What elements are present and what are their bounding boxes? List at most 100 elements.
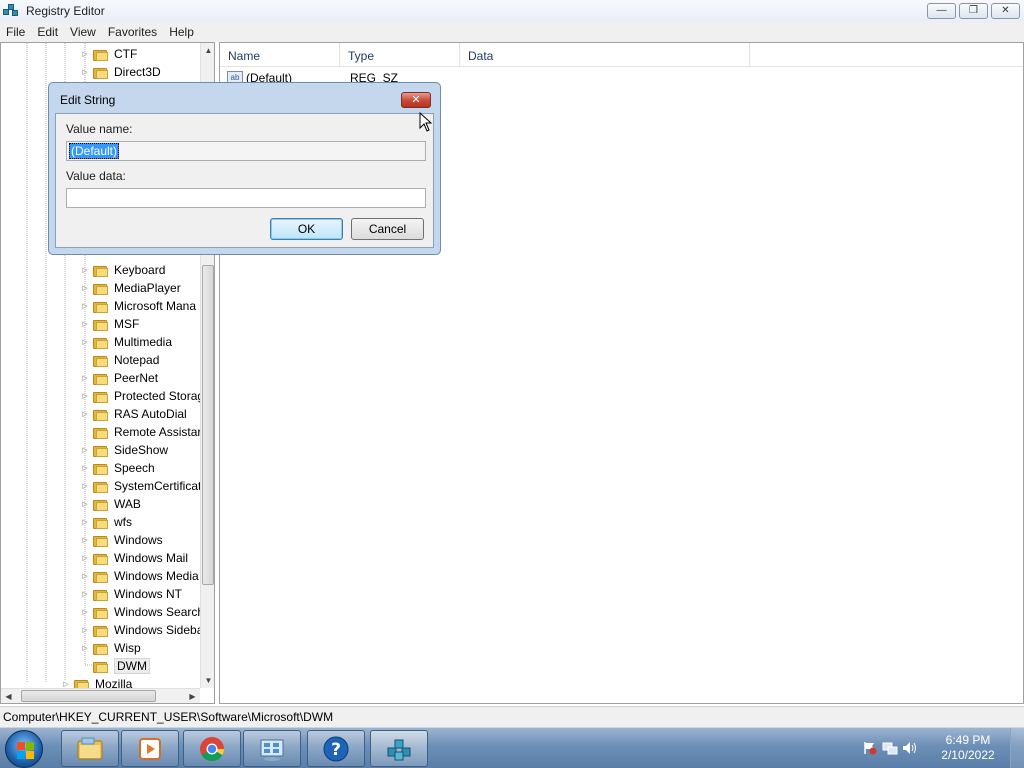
tree-item[interactable]: ▷ CTF bbox=[80, 45, 137, 63]
tree-item[interactable]: ▷ Windows NT bbox=[80, 585, 182, 603]
expand-arrow-icon[interactable]: ▷ bbox=[80, 554, 90, 562]
tree-item[interactable]: ▷ RAS AutoDial bbox=[80, 405, 186, 423]
cancel-button[interactable]: Cancel bbox=[351, 218, 424, 240]
folder-icon bbox=[93, 66, 109, 79]
tree-item[interactable]: ▷ SideShow bbox=[80, 441, 168, 459]
tree-item-label: Protected Storag bbox=[114, 389, 205, 403]
expand-arrow-icon[interactable]: ▷ bbox=[80, 320, 90, 328]
expand-arrow-icon[interactable]: ▷ bbox=[80, 644, 90, 652]
menu-file[interactable]: File bbox=[0, 25, 31, 39]
column-type-header[interactable]: Type bbox=[340, 43, 460, 67]
expand-arrow-icon[interactable]: ▷ bbox=[80, 536, 90, 544]
taskbar-help-button[interactable]: ? bbox=[307, 730, 365, 767]
tree-item[interactable]: ▷ MediaPlayer bbox=[80, 279, 180, 297]
expand-arrow-icon[interactable]: ▷ bbox=[80, 338, 90, 346]
expand-arrow-icon[interactable]: ▷ bbox=[80, 302, 90, 310]
expand-arrow-icon[interactable]: ▷ bbox=[80, 482, 90, 490]
tree-item[interactable]: ▷ Wisp bbox=[80, 639, 140, 657]
tree-item[interactable]: ▷ Windows Media bbox=[80, 567, 199, 585]
expand-arrow-icon[interactable]: ▷ bbox=[61, 680, 71, 688]
tree-item[interactable]: ▷ wfs bbox=[80, 513, 132, 531]
expand-arrow-icon[interactable]: ▷ bbox=[80, 284, 90, 292]
tree-item[interactable]: Remote Assistar bbox=[80, 423, 201, 441]
expand-arrow-icon[interactable]: ▷ bbox=[80, 518, 90, 526]
expand-arrow-icon[interactable]: ▷ bbox=[80, 410, 90, 418]
scroll-up-arrow-icon[interactable]: ▲ bbox=[201, 43, 214, 58]
menu-favorites[interactable]: Favorites bbox=[102, 25, 163, 39]
folder-icon bbox=[93, 444, 109, 457]
tree-item-label: Windows NT bbox=[114, 587, 183, 601]
taskbar-media-player-button[interactable] bbox=[121, 730, 179, 767]
tree-item[interactable]: ▷ Windows Mail bbox=[80, 549, 188, 567]
show-desktop-button[interactable] bbox=[1010, 728, 1024, 768]
control-panel-icon bbox=[260, 739, 284, 761]
dialog-title: Edit String bbox=[60, 93, 116, 107]
tree-item-label: Direct3D bbox=[114, 65, 161, 79]
horizontal-scroll-thumb[interactable] bbox=[21, 690, 156, 702]
tree-item[interactable]: ▷ SystemCertificat bbox=[80, 477, 201, 495]
tree-item[interactable]: ▷ Direct3D bbox=[80, 63, 161, 81]
scroll-left-arrow-icon[interactable]: ◀ bbox=[1, 689, 16, 703]
expand-arrow-icon[interactable]: ▷ bbox=[80, 590, 90, 598]
column-data-header[interactable]: Data bbox=[460, 43, 750, 67]
network-icon[interactable] bbox=[882, 741, 898, 755]
ok-button[interactable]: OK bbox=[270, 218, 343, 240]
mouse-cursor-icon bbox=[419, 112, 433, 132]
menu-edit[interactable]: Edit bbox=[31, 25, 64, 39]
tree-item[interactable]: Notepad bbox=[80, 351, 159, 369]
value-name-field[interactable]: (Default) bbox=[66, 141, 426, 161]
minimize-button[interactable]: — bbox=[927, 3, 956, 19]
scroll-thumb[interactable] bbox=[202, 265, 214, 585]
expand-arrow-icon[interactable]: ▷ bbox=[80, 446, 90, 454]
expand-arrow-icon[interactable]: ▷ bbox=[80, 626, 90, 634]
tree-item[interactable]: ▷ Speech bbox=[80, 459, 155, 477]
taskbar-control-panel-button[interactable] bbox=[243, 730, 301, 767]
tree-item-label: Keyboard bbox=[114, 263, 166, 277]
dialog-close-button[interactable]: ✕ bbox=[401, 92, 431, 108]
tree-item[interactable]: ▷ Windows Sideba bbox=[80, 621, 203, 639]
tree-item-label: Speech bbox=[114, 461, 155, 475]
expand-arrow-icon[interactable]: ▷ bbox=[80, 68, 90, 76]
taskbar-registry-editor-button[interactable] bbox=[370, 730, 428, 767]
tree-horizontal-scrollbar[interactable]: ◀ ▶ bbox=[1, 688, 200, 703]
close-button[interactable]: ✕ bbox=[991, 3, 1020, 19]
tree-item[interactable]: ▷ Multimedia bbox=[80, 333, 172, 351]
tree-item[interactable]: ▷ Windows bbox=[80, 531, 162, 549]
scroll-right-arrow-icon[interactable]: ▶ bbox=[185, 689, 200, 703]
tree-item[interactable]: ▷ Protected Storag bbox=[80, 387, 204, 405]
expand-arrow-icon[interactable]: ▷ bbox=[80, 608, 90, 616]
expand-arrow-icon[interactable]: ▷ bbox=[80, 464, 90, 472]
taskbar-chrome-button[interactable] bbox=[183, 730, 241, 767]
tree-item[interactable]: ▷ Keyboard bbox=[80, 261, 165, 279]
expand-arrow-icon[interactable]: ▷ bbox=[80, 500, 90, 508]
tree-item-label: Windows Mail bbox=[114, 551, 189, 565]
start-button[interactable] bbox=[5, 730, 43, 768]
tree-item-label: MSF bbox=[114, 317, 140, 331]
action-center-flag-icon[interactable] bbox=[862, 741, 878, 755]
taskbar-clock[interactable]: 6:49 PM 2/10/2022 bbox=[938, 733, 998, 763]
value-data-field[interactable] bbox=[66, 188, 426, 208]
folder-icon bbox=[93, 48, 109, 61]
expand-arrow-icon[interactable]: ▷ bbox=[80, 374, 90, 382]
tree-item[interactable]: ▷ PeerNet bbox=[80, 369, 158, 387]
expand-arrow-icon[interactable]: ▷ bbox=[80, 266, 90, 274]
scroll-down-arrow-icon[interactable]: ▼ bbox=[201, 673, 214, 688]
tree-item[interactable]: DWM bbox=[80, 657, 150, 675]
folder-icon bbox=[93, 498, 109, 511]
column-name-header[interactable]: Name bbox=[220, 43, 340, 67]
volume-icon[interactable] bbox=[902, 741, 918, 755]
menu-help[interactable]: Help bbox=[163, 25, 200, 39]
taskbar-explorer-button[interactable] bbox=[61, 730, 119, 767]
tree-item[interactable]: ▷ MSF bbox=[80, 315, 139, 333]
menu-view[interactable]: View bbox=[64, 25, 102, 39]
tree-item[interactable]: ▷ WAB bbox=[80, 495, 141, 513]
expand-arrow-icon[interactable]: ▷ bbox=[80, 50, 90, 58]
tree-item[interactable]: ▷ Windows Search bbox=[80, 603, 204, 621]
folder-icon bbox=[93, 606, 109, 619]
expand-arrow-icon[interactable]: ▷ bbox=[80, 392, 90, 400]
expand-arrow-icon[interactable]: ▷ bbox=[80, 572, 90, 580]
folder-icon bbox=[93, 462, 109, 475]
tree-item-label: Windows Media bbox=[114, 569, 199, 583]
tree-item[interactable]: ▷ Microsoft Mana bbox=[80, 297, 196, 315]
restore-button[interactable]: ❐ bbox=[959, 3, 988, 19]
